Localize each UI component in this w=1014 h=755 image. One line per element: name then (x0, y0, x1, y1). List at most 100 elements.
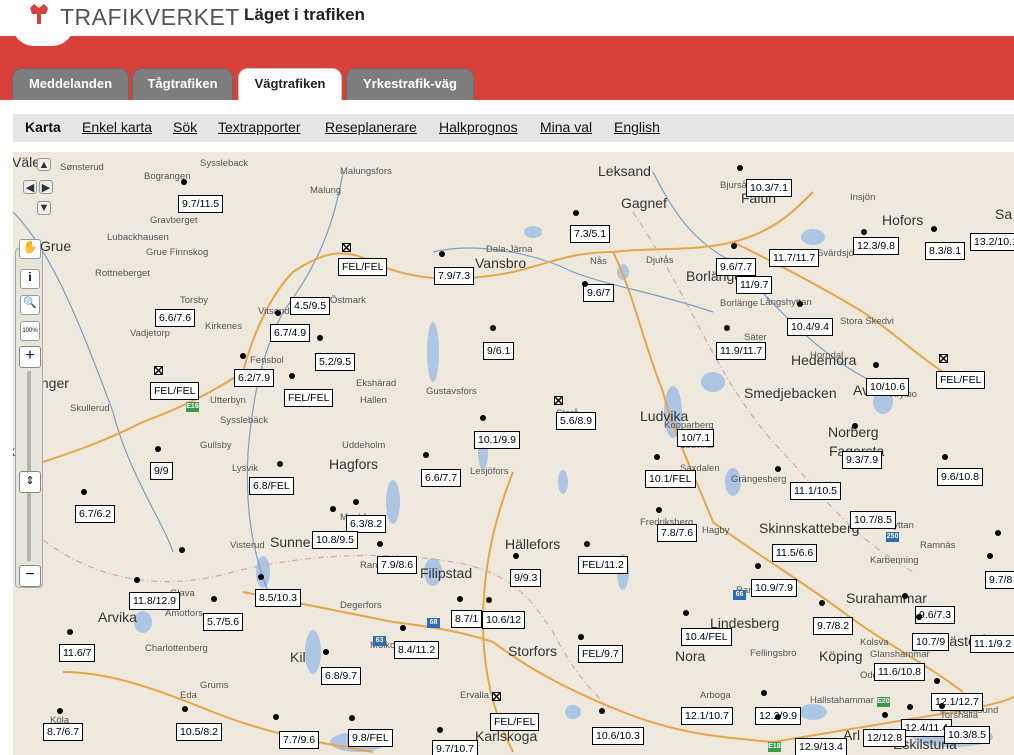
weather-station-reading[interactable]: 11.5/6.6 (772, 544, 818, 562)
subnav-textrapporter[interactable]: Textrapporter (218, 119, 300, 135)
weather-station-reading[interactable]: 7.8/7.6 (657, 524, 698, 542)
station-marker[interactable] (182, 706, 188, 712)
weather-station-reading[interactable]: 8.7/6.7 (43, 723, 84, 741)
weather-station-reading[interactable]: 4.5/9.5 (290, 297, 331, 315)
zoom-slider-handle[interactable]: ⇕ (19, 471, 41, 493)
weather-station-reading[interactable]: 10.7/8.5 (850, 511, 896, 529)
zoom-box-button[interactable]: 🔍 (20, 295, 40, 315)
weather-station-reading[interactable]: 10.1/9.9 (474, 431, 520, 449)
station-marker[interactable] (289, 373, 295, 379)
subnav-mina-val[interactable]: Mina val (540, 119, 592, 135)
station-marker[interactable] (490, 325, 496, 331)
weather-station-reading[interactable]: 11.9/11.7 (716, 342, 767, 360)
station-marker[interactable] (724, 325, 730, 331)
weather-station-reading[interactable]: 10.6/12 (482, 611, 526, 629)
weather-station-reading[interactable]: 10.4/FEL (681, 628, 732, 646)
subnav-english[interactable]: English (614, 119, 660, 135)
info-button[interactable]: i (20, 269, 40, 289)
station-marker[interactable] (654, 454, 660, 460)
weather-station-reading[interactable]: 10.6/10.3 (592, 727, 644, 745)
weather-station-reading[interactable]: 10/7.1 (677, 429, 715, 447)
weather-station-reading[interactable]: 6.8/9.7 (321, 667, 362, 685)
weather-station-reading[interactable]: 6.2/7.9 (234, 369, 275, 387)
subnav-enkel-karta[interactable]: Enkel karta (82, 119, 152, 135)
station-marker[interactable] (852, 423, 858, 429)
station-marker[interactable] (775, 466, 781, 472)
failure-marker-icon[interactable] (342, 243, 351, 252)
station-marker[interactable] (731, 243, 737, 249)
weather-station-reading[interactable]: 10.3/7.1 (746, 179, 792, 197)
weather-station-reading[interactable]: 11.7/11.7 (769, 249, 820, 267)
weather-station-reading[interactable]: 8.4/11.2 (394, 641, 440, 659)
weather-station-reading[interactable]: 5.2/9.5 (315, 353, 356, 371)
weather-station-reading[interactable]: 12.1/12.7 (931, 693, 983, 711)
station-marker[interactable] (181, 179, 187, 185)
weather-station-reading[interactable]: 11.6/10.8 (874, 663, 926, 681)
station-marker[interactable] (599, 708, 605, 714)
weather-station-reading[interactable]: 11.1/9.2 (970, 635, 1014, 653)
station-marker[interactable] (934, 678, 940, 684)
station-marker[interactable] (349, 715, 355, 721)
weather-station-reading[interactable]: 9/9 (150, 462, 173, 480)
weather-station-reading[interactable]: 9.8/FEL (348, 729, 393, 747)
station-marker[interactable] (277, 461, 283, 467)
weather-station-reading[interactable]: 9.6/7.7 (716, 258, 757, 276)
station-marker[interactable] (134, 577, 140, 583)
weather-station-reading[interactable]: FEL/9.7 (578, 645, 623, 663)
weather-station-reading[interactable]: 10.4/9.4 (787, 318, 833, 336)
weather-station-reading[interactable]: 7.7/9.6 (279, 731, 320, 749)
weather-station-reading[interactable]: 11.6/7 (59, 644, 96, 662)
weather-station-reading[interactable]: 10.8/9.5 (312, 531, 358, 549)
weather-station-reading[interactable]: 9.6/7 (583, 284, 615, 302)
weather-station-reading[interactable]: 9.7/8 (985, 571, 1014, 589)
traffic-map[interactable]: Leksand Gagnef Falun Hofors Sa Vansbro Borläng… (13, 152, 1014, 755)
weather-station-reading[interactable]: 8.5/10.3 (255, 589, 301, 607)
weather-station-reading[interactable]: FEL/FEL (150, 382, 200, 400)
station-marker[interactable] (353, 499, 359, 505)
tab-vagtrafiken[interactable]: Vägtrafiken (238, 68, 342, 100)
station-marker[interactable] (57, 708, 63, 714)
station-marker[interactable] (437, 727, 443, 733)
weather-station-reading[interactable]: FEL/FEL (338, 258, 388, 276)
zoom-in-button[interactable]: + (19, 346, 41, 368)
station-marker[interactable] (67, 629, 73, 635)
weather-station-reading[interactable]: 11/9.7 (736, 276, 773, 294)
zoom-out-button[interactable]: − (19, 565, 41, 587)
weather-station-reading[interactable]: FEL/11.2 (578, 556, 628, 574)
failure-marker-icon[interactable] (554, 396, 563, 405)
station-marker[interactable] (737, 165, 743, 171)
station-marker[interactable] (797, 301, 803, 307)
station-marker[interactable] (907, 704, 913, 710)
pan-down-button[interactable]: ▼ (37, 201, 51, 215)
station-marker[interactable] (882, 712, 888, 718)
pan-left-button[interactable]: ◀ (23, 180, 37, 194)
station-marker[interactable] (902, 593, 908, 599)
station-marker[interactable] (916, 614, 922, 620)
weather-station-reading[interactable]: 5.6/8.9 (556, 412, 597, 430)
station-marker[interactable] (423, 452, 429, 458)
failure-marker-icon[interactable] (154, 366, 163, 375)
station-marker[interactable] (486, 597, 492, 603)
station-marker[interactable] (987, 553, 993, 559)
station-marker[interactable] (317, 335, 323, 341)
station-marker[interactable] (573, 210, 579, 216)
weather-station-reading[interactable]: 10.1/FEL (645, 470, 696, 488)
weather-station-reading[interactable]: 6.7/6.2 (75, 505, 116, 523)
station-marker[interactable] (582, 281, 588, 287)
pan-hand-button[interactable]: ✋ (19, 239, 41, 259)
station-marker[interactable] (578, 634, 584, 640)
weather-station-reading[interactable]: 11.1/10.5 (790, 482, 842, 500)
weather-station-reading[interactable]: 9.7/8.2 (813, 617, 854, 635)
weather-station-reading[interactable]: 10.7/9 (912, 633, 950, 651)
zoom-100-button[interactable]: 100% (20, 321, 40, 341)
station-marker[interactable] (457, 596, 463, 602)
weather-station-reading[interactable]: 10/10.6 (866, 378, 910, 396)
weather-station-reading[interactable]: 12/12.8 (863, 729, 907, 747)
tab-meddelanden[interactable]: Meddelanden (12, 68, 129, 100)
station-marker[interactable] (155, 446, 161, 452)
tab-tagtrafiken[interactable]: Tågtrafiken (132, 68, 233, 100)
station-marker[interactable] (81, 489, 87, 495)
station-marker[interactable] (211, 596, 217, 602)
station-marker[interactable] (240, 353, 246, 359)
weather-station-reading[interactable]: FEL/FEL (490, 713, 540, 731)
